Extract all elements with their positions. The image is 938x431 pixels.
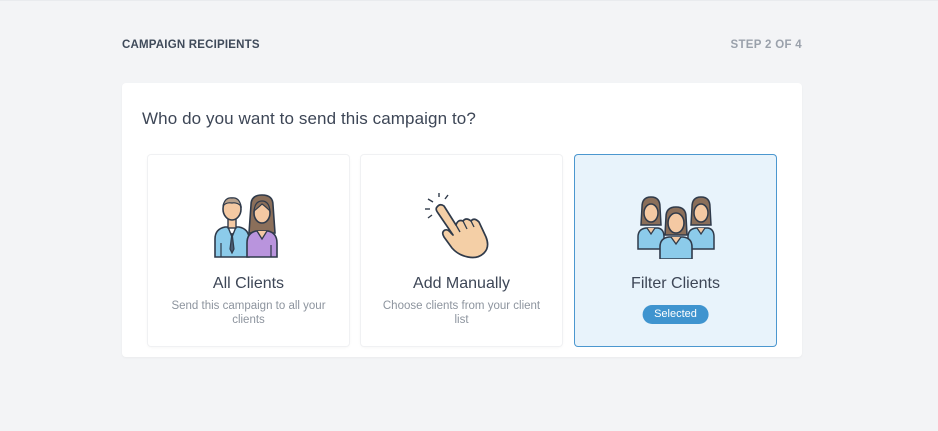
- page: CAMPAIGN RECIPIENTS STEP 2 OF 4 Who do y…: [0, 0, 938, 431]
- couple-icon: [209, 193, 289, 259]
- option-all-clients[interactable]: All Clients Send this campaign to all yo…: [148, 155, 349, 346]
- option-description: Send this campaign to all your clients: [171, 300, 326, 326]
- section-title: CAMPAIGN RECIPIENTS: [122, 39, 260, 51]
- option-filter-clients[interactable]: Filter Clients Selected: [575, 155, 776, 346]
- recipient-options: All Clients Send this campaign to all yo…: [148, 155, 776, 347]
- option-title: All Clients: [212, 275, 285, 292]
- question-heading: Who do you want to send this campaign to…: [142, 109, 476, 128]
- pointing-hand-icon: [422, 193, 502, 259]
- selected-badge: Selected: [642, 305, 709, 324]
- option-description: Choose clients from your client list: [382, 300, 541, 326]
- step-indicator: STEP 2 OF 4: [730, 39, 802, 51]
- option-title: Filter Clients: [631, 275, 720, 292]
- group-icon: [636, 193, 716, 259]
- option-add-manually[interactable]: Add Manually Choose clients from your cl…: [361, 155, 562, 346]
- option-title: Add Manually: [413, 275, 510, 292]
- recipients-panel: Who do you want to send this campaign to…: [122, 83, 802, 357]
